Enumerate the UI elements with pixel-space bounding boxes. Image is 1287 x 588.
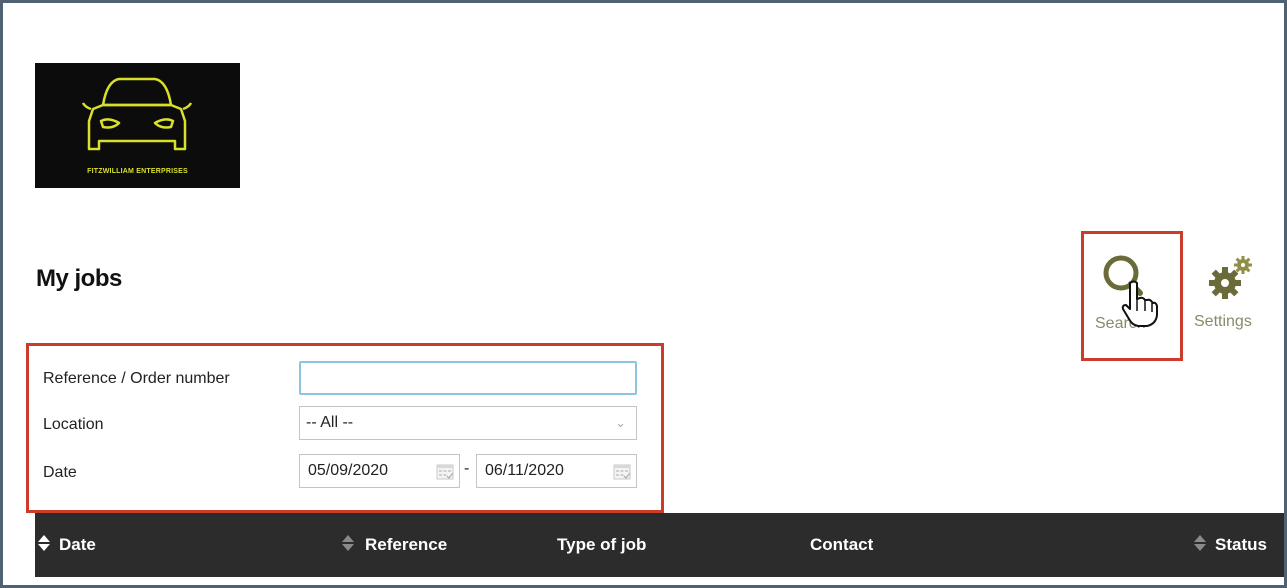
date-separator: -	[464, 460, 470, 477]
search-highlight	[1081, 231, 1183, 361]
location-select[interactable]: -- All -- ⌄	[299, 406, 637, 440]
column-date[interactable]: Date	[59, 535, 96, 555]
page-title: My jobs	[36, 265, 122, 292]
filter-panel: Reference / Order number Location -- All…	[26, 343, 664, 513]
sort-icon[interactable]	[1193, 533, 1207, 553]
calendar-icon[interactable]	[613, 462, 631, 480]
jobs-table-header: Date Reference Type of job Contact Statu…	[35, 513, 1284, 577]
date-to-value: 06/11/2020	[485, 462, 564, 479]
column-contact[interactable]: Contact	[810, 535, 873, 555]
date-from-input[interactable]: 05/09/2020	[299, 454, 460, 488]
app-window: FITZWILLIAM ENTERPRISES My jobs Search S…	[0, 0, 1287, 588]
calendar-icon[interactable]	[436, 462, 454, 480]
reference-input[interactable]	[299, 361, 637, 395]
gears-icon	[1209, 256, 1252, 299]
column-status[interactable]: Status	[1215, 535, 1267, 555]
settings-button[interactable]: Settings	[1193, 251, 1283, 341]
date-label: Date	[43, 464, 77, 481]
location-value: -- All --	[306, 414, 354, 431]
settings-label: Settings	[1194, 313, 1252, 330]
column-reference[interactable]: Reference	[365, 535, 447, 555]
logo-text: FITZWILLIAM ENTERPRISES	[87, 168, 188, 175]
chevron-down-icon: ⌄	[615, 415, 626, 430]
date-to-input[interactable]: 06/11/2020	[476, 454, 637, 488]
date-from-value: 05/09/2020	[308, 462, 389, 479]
company-logo: FITZWILLIAM ENTERPRISES	[35, 63, 240, 188]
location-label: Location	[43, 416, 104, 433]
reference-label: Reference / Order number	[43, 370, 230, 387]
sort-icon[interactable]	[341, 533, 355, 553]
column-type-of-job[interactable]: Type of job	[557, 535, 646, 555]
sort-icon[interactable]	[37, 533, 51, 553]
